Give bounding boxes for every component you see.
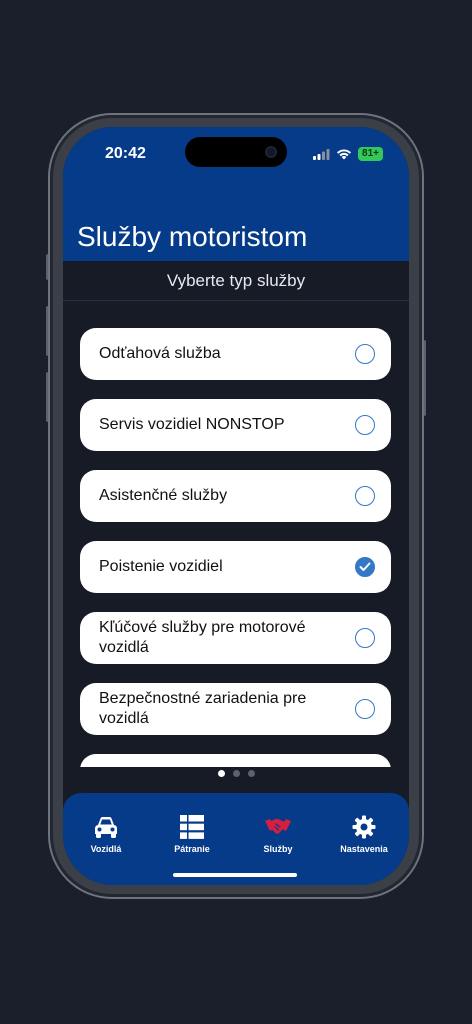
service-list[interactable]: Odťahová služba Servis vozidiel NONSTOP … [63, 301, 409, 767]
radio-unchecked-icon[interactable] [355, 344, 375, 364]
tab-settings[interactable]: Nastavenia [324, 815, 404, 854]
home-indicator[interactable] [173, 873, 297, 877]
radio-checked-icon[interactable] [355, 557, 375, 577]
service-label: Asistenčné služby [99, 487, 228, 504]
tab-label: Pátranie [174, 844, 210, 854]
page-dot[interactable] [247, 770, 255, 777]
app-header: 20:42 81+ Služby motoristom [63, 127, 409, 261]
service-option-partial[interactable] [80, 754, 391, 767]
page-dot[interactable] [232, 770, 240, 777]
service-option-key-services[interactable]: Kľúčové služby pre motorové vozidlá [80, 612, 391, 664]
section-title: Vyberte typ služby [63, 261, 409, 301]
radio-unchecked-icon[interactable] [355, 415, 375, 435]
service-option-security-devices[interactable]: Bezpečnostné zariadenia pre vozidlá [80, 683, 391, 735]
tab-label: Vozidlá [90, 844, 122, 854]
handshake-icon [265, 818, 291, 834]
status-indicators: 81+ [313, 147, 383, 161]
power-button [422, 340, 426, 416]
service-label: Bezpečnostné zariadenia pre vozidlá [99, 690, 307, 727]
camera-icon [265, 146, 277, 158]
page-title: Služby motoristom [77, 221, 308, 252]
checkmark-icon [359, 562, 371, 571]
radio-unchecked-icon[interactable] [355, 699, 375, 719]
service-option-assistance[interactable]: Asistenčné služby [80, 470, 391, 522]
tab-services[interactable]: Služby [238, 815, 318, 854]
tab-vehicles[interactable]: Vozidlá [66, 815, 146, 854]
service-option-towing[interactable]: Odťahová služba [80, 328, 391, 380]
dynamic-island [185, 137, 287, 167]
page-dot[interactable] [217, 770, 225, 777]
signal-icon [313, 148, 330, 160]
status-time: 20:42 [105, 145, 146, 162]
service-label: Kľúčové služby pre motorové vozidlá [99, 619, 306, 656]
service-label: Servis vozidiel NONSTOP [99, 416, 285, 433]
list-icon [180, 815, 204, 839]
car-icon [95, 817, 117, 838]
service-option-insurance[interactable]: Poistenie vozidiel [80, 541, 391, 593]
radio-unchecked-icon[interactable] [355, 628, 375, 648]
tab-label: Nastavenia [340, 844, 388, 854]
tab-label: Služby [263, 844, 293, 854]
gear-icon [352, 815, 376, 839]
service-option-nonstop-service[interactable]: Servis vozidiel NONSTOP [80, 399, 391, 451]
battery-indicator: 81+ [358, 147, 383, 161]
tab-bar: Vozidlá Pátranie Služby Nastavenia [63, 793, 409, 885]
page-indicator[interactable] [63, 770, 409, 777]
phone-screen: 20:42 81+ Služby motoristom Vyberte typ … [63, 127, 409, 885]
service-label: Poistenie vozidiel [99, 558, 223, 575]
wifi-icon [337, 149, 352, 160]
radio-unchecked-icon[interactable] [355, 486, 375, 506]
service-label: Odťahová služba [99, 345, 221, 362]
tab-search[interactable]: Pátranie [152, 815, 232, 854]
